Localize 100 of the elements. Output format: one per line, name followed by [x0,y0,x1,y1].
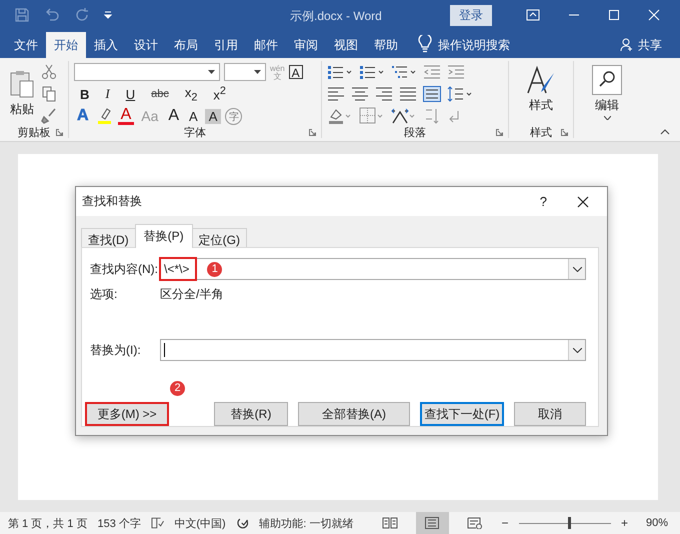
paste-button[interactable]: 粘贴 [9,69,35,118]
align-left-icon[interactable] [327,86,345,102]
ribbon-tab[interactable]: 邮件 [246,32,286,58]
accessibility-status[interactable]: 辅助功能: 一切就绪 [259,516,354,530]
proofing-icon[interactable] [150,517,164,529]
line-spacing-icon[interactable] [447,86,473,102]
page-icon [424,517,440,529]
redo-icon[interactable] [74,7,90,23]
font-name-field[interactable] [74,63,220,81]
caret-icon [604,116,610,120]
multilevel-list-icon[interactable] [391,64,417,80]
window-title: 示例.docx - Word [290,8,382,25]
ribbon-tab[interactable]: 文件 [6,32,46,58]
dropdown-icon [572,266,582,272]
language-status[interactable]: 中文(中国) [174,516,226,530]
format-button[interactable]: x$_{2}$ [178,84,204,104]
format-button[interactable]: B [74,86,96,102]
tell-me-search[interactable]: 操作说明搜索 [438,32,510,58]
ribbon-tab[interactable]: 审阅 [286,32,326,58]
options-label: 选项: [90,286,118,303]
field-label: 查找内容(N): [90,260,159,278]
format-button[interactable]: abc [145,88,175,100]
dialog-button[interactable]: 替换(R) [214,402,288,426]
increase-indent-icon[interactable] [447,64,465,80]
character-shading-button[interactable]: A [204,108,222,124]
dialog-button[interactable]: 取消 [514,402,586,426]
zoom-in-button[interactable]: + [620,516,628,530]
decrease-indent-icon[interactable] [423,64,441,80]
zoom-level[interactable]: 90% [646,517,668,529]
dialog-button[interactable]: 查找下一处(F) [420,402,504,426]
group-label: 段落 [404,126,426,140]
dialog-launcher-icon[interactable] [56,129,63,136]
find-field[interactable]: \<*\> 1 [160,258,586,280]
save-icon[interactable] [14,7,30,23]
copy-icon[interactable] [41,86,57,102]
ribbon-tab[interactable]: 帮助 [366,32,406,58]
ribbon-tab[interactable]: 布局 [166,32,206,58]
dialog-launcher-icon[interactable] [561,129,568,136]
editing-button[interactable]: 编辑 [592,65,622,120]
person-icon [620,38,634,52]
borders-icon[interactable] [359,107,385,125]
scissors-icon[interactable] [41,64,57,80]
help-button[interactable]: ? [540,194,547,209]
close-icon[interactable] [577,196,589,208]
more-button[interactable]: 更多(M) >> [85,402,169,426]
distributed-icon[interactable] [423,86,441,102]
grow-font-button[interactable]: A [165,107,182,125]
align-right-icon[interactable] [375,86,393,102]
font-size-field[interactable] [224,63,266,81]
styles-button[interactable]: 样式 [526,65,556,114]
character-border-button[interactable]: A [288,65,303,79]
word-count: 153 个字 [97,516,141,530]
format-button[interactable]: I [99,86,116,102]
dialog-tab[interactable]: 查找(D) [81,228,136,248]
search-icon [592,65,622,95]
dialog-button[interactable]: 全部替换(A) [298,402,410,426]
customize-icon[interactable] [104,11,112,19]
maximize-icon[interactable] [608,9,620,21]
ribbon-tab[interactable]: 视图 [326,32,366,58]
replace-field[interactable] [160,339,586,361]
collapse-ribbon-icon[interactable] [660,129,670,135]
group-label: 字体 [184,126,206,140]
lightbulb-icon [418,35,432,53]
highlighter-icon[interactable] [96,107,114,125]
share-button[interactable]: 共享 [638,32,662,58]
brush-icon[interactable] [41,108,57,124]
caret-icon [254,70,261,74]
ribbon-tab[interactable]: 开始 [46,32,86,58]
shading-icon[interactable] [327,107,353,125]
align-center-icon[interactable] [351,86,369,102]
print-view-button[interactable] [416,512,449,534]
shrink-font-button[interactable]: A [186,108,201,124]
ribbon-tab[interactable]: 引用 [206,32,246,58]
sign-in-button[interactable]: 登录 [450,4,492,26]
step-badge: 1 [207,262,222,276]
ribbon-display-icon[interactable] [526,9,540,21]
ribbon-tab[interactable]: 设计 [126,32,166,58]
dialog-title: 查找和替换 [82,193,142,210]
enclose-characters-button[interactable]: 字 [225,108,242,124]
sort-icon[interactable] [423,107,441,125]
bullets-icon[interactable] [327,64,353,80]
clipboard-icon [9,69,35,99]
font-color-button[interactable]: A [118,108,134,124]
ribbon-tab[interactable]: 插入 [86,32,126,58]
dialog-tab[interactable]: 替换(P) [134,224,193,248]
dropdown-icon [572,348,582,352]
format-button[interactable]: U [120,86,142,102]
accessibility-icon[interactable] [236,516,250,530]
asian-layout-icon[interactable] [391,107,417,125]
dialog-launcher-icon[interactable] [496,129,503,136]
justify-icon[interactable] [399,86,417,102]
undo-icon[interactable] [44,7,60,23]
format-button[interactable]: x$^{2}$ [207,85,232,103]
page-count: 第 1 页，共 1 页 [8,516,88,530]
dialog-tab[interactable]: 定位(G) [192,228,247,248]
text-effects-button[interactable]: A [74,107,92,125]
numbering-icon[interactable] [359,64,385,80]
zoom-out-button[interactable]: − [502,516,509,530]
dialog-launcher-icon[interactable] [309,129,316,136]
field-label: 替换为(I): [90,342,142,358]
